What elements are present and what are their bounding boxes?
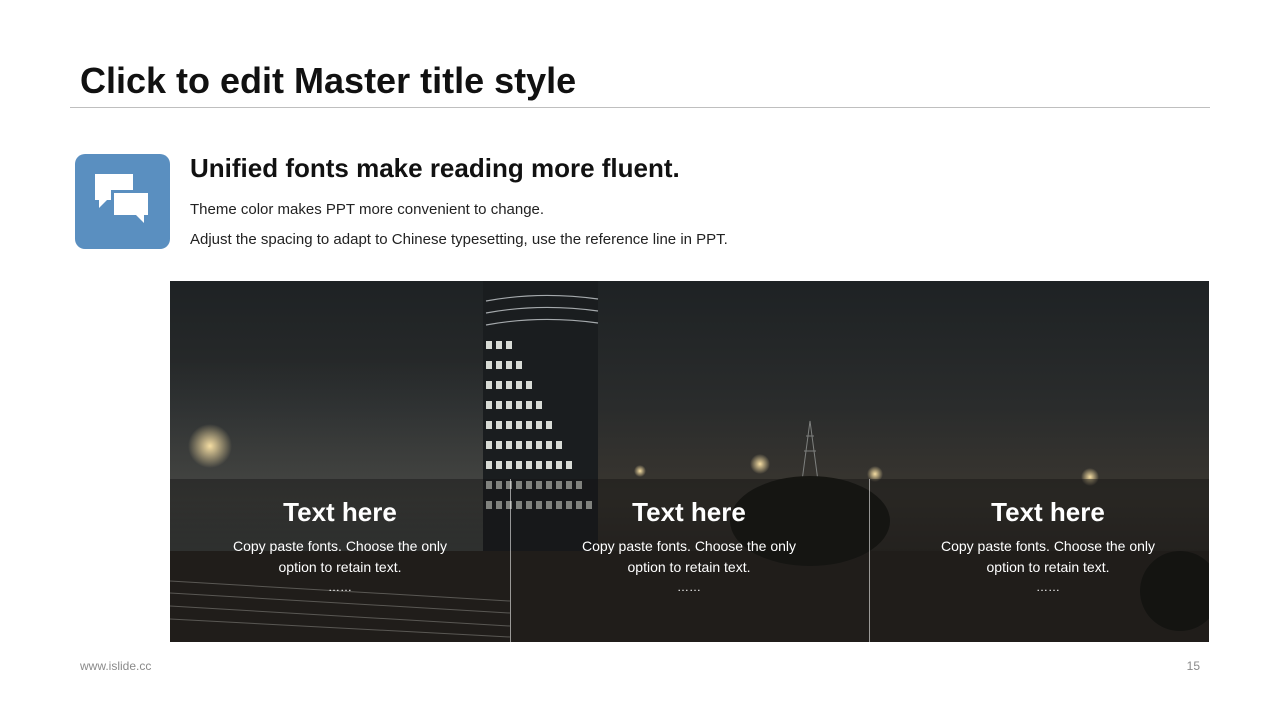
slide-title: Click to edit Master title style — [80, 60, 577, 101]
column-3: Text here Copy paste fonts. Choose the o… — [878, 479, 1218, 642]
column-divider-2 — [869, 479, 870, 642]
column-1-title: Text here — [283, 497, 397, 527]
description-line-2: Adjust the spacing to adapt to Chinese t… — [190, 231, 728, 248]
chat-bubbles-icon — [95, 174, 151, 228]
column-3-title: Text here — [991, 497, 1105, 527]
column-3-text: Copy paste fonts. Choose the only option… — [940, 538, 1156, 575]
icon-tile — [75, 154, 170, 249]
section-heading: Unified fonts make reading more fluent. — [190, 153, 680, 183]
page-number: 15 — [1186, 659, 1200, 673]
column-2: Text here Copy paste fonts. Choose the o… — [519, 479, 859, 642]
column-3-dots: …… — [1036, 580, 1060, 594]
column-1: Text here Copy paste fonts. Choose the o… — [170, 479, 510, 642]
column-2-dots: …… — [677, 580, 701, 594]
column-1-dots: …… — [328, 580, 352, 594]
column-divider-1 — [510, 479, 511, 642]
description-line-1: Theme color makes PPT more convenient to… — [190, 201, 545, 218]
column-1-text: Copy paste fonts. Choose the only option… — [232, 538, 448, 575]
title-divider — [70, 107, 1210, 108]
footer-website: www.islide.cc — [80, 659, 152, 673]
column-2-title: Text here — [632, 497, 746, 527]
column-2-text: Copy paste fonts. Choose the only option… — [581, 538, 797, 575]
